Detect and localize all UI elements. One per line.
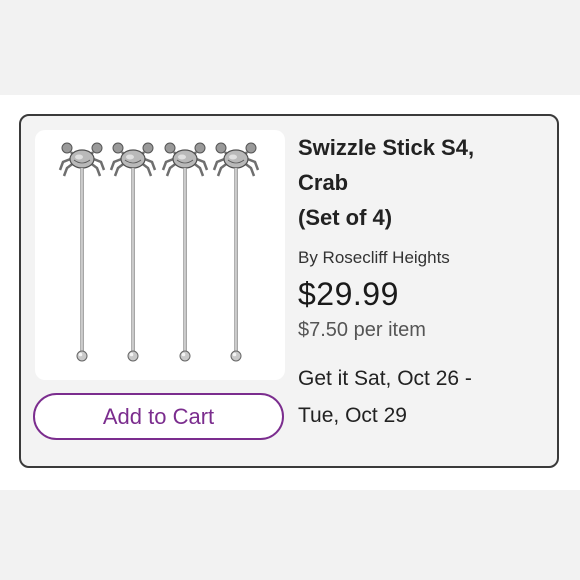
- add-to-cart-button[interactable]: Add to Cart: [33, 393, 284, 440]
- product-card[interactable]: Add to Cart Swizzle Stick S4, Crab (Set …: [19, 114, 559, 468]
- delivery-line: Tue, Oct 29: [298, 404, 407, 427]
- product-title-line: Swizzle Stick S4,: [298, 135, 475, 160]
- product-image[interactable]: [35, 130, 285, 380]
- unit-price: $7.50 per item: [298, 319, 426, 341]
- swizzle-stick-1: [58, 141, 106, 363]
- swizzle-stick-4: [212, 141, 260, 363]
- product-info: Swizzle Stick S4, Crab (Set of 4) By Ros…: [298, 130, 548, 434]
- swizzle-stick-2: [109, 141, 157, 363]
- swizzle-stick-3: [161, 141, 209, 363]
- product-title[interactable]: Swizzle Stick S4, Crab (Set of 4): [298, 130, 548, 235]
- product-title-line: Crab: [298, 170, 349, 195]
- product-price: $29.99: [298, 276, 399, 312]
- crab-swizzle-sticks-icon: [58, 141, 260, 363]
- product-brand: By Rosecliff Heights: [298, 248, 450, 267]
- product-title-line: (Set of 4): [298, 205, 393, 230]
- delivery-estimate: Get it Sat, Oct 26 - Tue, Oct 29: [298, 360, 548, 434]
- delivery-line: Get it Sat, Oct 26 -: [298, 367, 472, 390]
